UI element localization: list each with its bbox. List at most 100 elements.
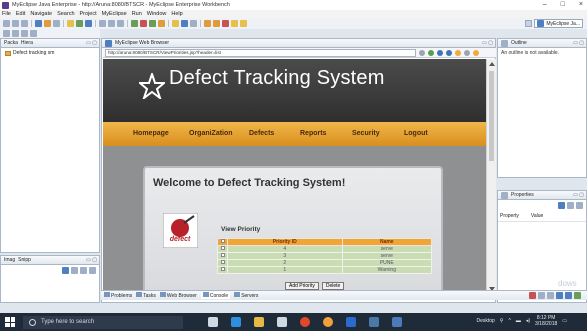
run-config-icon[interactable] [149, 20, 156, 27]
people-icon[interactable]: ⚲ [500, 318, 504, 324]
filter-icon[interactable] [567, 202, 574, 209]
forward-icon[interactable] [446, 49, 452, 56]
tab-servers[interactable]: Servers [234, 292, 258, 299]
scroll-thumb[interactable] [489, 71, 494, 161]
new-icon[interactable] [3, 20, 10, 27]
last-edit-icon[interactable] [21, 30, 28, 37]
debug-icon[interactable] [76, 20, 83, 27]
categories-icon[interactable] [558, 202, 565, 209]
terminate-icon[interactable] [529, 292, 536, 299]
back-icon[interactable] [231, 20, 238, 27]
tab-console[interactable]: Console [200, 292, 231, 299]
search-icon[interactable] [99, 20, 106, 27]
menu-help[interactable]: Help [171, 11, 182, 17]
task-icon[interactable] [117, 20, 124, 27]
nav-back-icon[interactable] [3, 30, 10, 37]
microphone-icon[interactable] [208, 317, 218, 327]
menu-navigate[interactable]: Navigate [30, 11, 52, 17]
annotation-icon[interactable] [204, 20, 211, 27]
notifications-icon[interactable]: ▭ [562, 318, 567, 324]
menu-file[interactable]: File [2, 11, 11, 17]
tab-web-browser-bottom[interactable]: Web Browser [159, 292, 197, 299]
folder-icon[interactable] [172, 20, 179, 27]
row-checkbox[interactable] [220, 253, 225, 257]
fit-icon[interactable] [89, 267, 96, 274]
firefox-icon[interactable] [323, 317, 333, 327]
server-icon[interactable] [35, 20, 42, 27]
stop-icon[interactable] [455, 49, 461, 56]
back-icon[interactable] [437, 49, 443, 56]
run-icon[interactable] [131, 20, 138, 27]
web-icon[interactable] [181, 20, 188, 27]
print-icon[interactable] [21, 20, 28, 27]
store-icon[interactable] [277, 317, 287, 327]
edge-icon[interactable] [231, 317, 241, 327]
close-button[interactable]: × [579, 1, 583, 8]
tab-package-explorer[interactable]: Packa [4, 40, 18, 46]
menu-search[interactable]: Search [57, 11, 74, 17]
refresh-icon[interactable] [190, 20, 197, 27]
volume-icon[interactable]: ◂) [526, 318, 530, 324]
go-icon[interactable] [428, 49, 434, 56]
stop-icon[interactable] [140, 20, 147, 27]
tab-hierarchy[interactable]: Hiera [21, 40, 33, 46]
tray-arrow-icon[interactable]: ^ [508, 318, 510, 324]
menu-window[interactable]: Window [147, 11, 167, 17]
url-input[interactable] [105, 48, 416, 57]
remove-launch-icon[interactable] [538, 292, 545, 299]
maximize-button[interactable]: □ [561, 1, 565, 8]
tab-properties[interactable]: Properties [511, 192, 534, 198]
nav-organization[interactable]: OrganiZation [189, 130, 233, 137]
nav-reports[interactable]: Reports [300, 130, 326, 137]
desktop-label[interactable]: Desktop [476, 318, 494, 324]
pin-console-icon[interactable] [565, 292, 572, 299]
add-priority-button[interactable]: Add Priority [285, 282, 319, 290]
browser-icon[interactable] [53, 20, 60, 27]
panel-controls[interactable]: ▭ ▢ [573, 40, 584, 46]
tab-web-browser[interactable]: MyEclipse Web Browser [115, 40, 169, 46]
row-checkbox[interactable] [220, 246, 225, 250]
bookmark-icon[interactable] [473, 49, 479, 56]
tab-problems[interactable]: Problems [104, 292, 132, 299]
network-icon[interactable]: ▬ [516, 318, 521, 324]
restore-default-icon[interactable] [576, 202, 583, 209]
prev-annotation-icon[interactable] [222, 20, 229, 27]
scroll-up-icon[interactable] [489, 62, 495, 66]
zoom-in-icon[interactable] [71, 267, 78, 274]
minimize-button[interactable]: – [543, 1, 547, 8]
scroll-lock-icon[interactable] [556, 292, 563, 299]
taskbar-search-box[interactable]: Type here to search [23, 315, 183, 329]
chrome-icon[interactable] [300, 317, 310, 327]
refresh-icon[interactable] [464, 49, 470, 56]
menu-myeclipse[interactable]: MyEclipse [102, 11, 127, 17]
windows-start-icon[interactable] [5, 317, 15, 327]
forward-icon[interactable] [240, 20, 247, 27]
panel-controls[interactable]: ▭ ▢ [573, 192, 584, 198]
open-type-icon[interactable] [108, 20, 115, 27]
panel-controls[interactable]: ▭ ▢ [86, 257, 97, 263]
myeclipse-taskbar-icon[interactable] [346, 317, 356, 327]
package-icon[interactable] [67, 20, 74, 27]
open-perspective-icon[interactable] [525, 20, 533, 27]
menu-project[interactable]: Project [80, 11, 97, 17]
panel-controls[interactable]: ▭ ▢ [482, 40, 493, 46]
perspective-myeclipse[interactable]: MyEclipse Ja... [534, 19, 583, 28]
external-tools-icon[interactable] [158, 20, 165, 27]
row-checkbox[interactable] [220, 260, 225, 264]
open-console-icon[interactable] [574, 292, 581, 299]
menu-run[interactable]: Run [132, 11, 142, 17]
image-icon[interactable] [62, 267, 69, 274]
page-vertical-scrollbar[interactable] [486, 59, 496, 294]
tab-outline[interactable]: Outline [511, 40, 527, 46]
vscode-icon[interactable] [392, 317, 402, 327]
nav-security[interactable]: Security [352, 130, 380, 137]
dropdown-icon[interactable] [419, 49, 425, 56]
pin-icon[interactable] [30, 30, 37, 37]
delete-button[interactable]: Delete [321, 282, 345, 290]
file-explorer-icon[interactable] [254, 317, 264, 327]
nav-forward-icon[interactable] [12, 30, 19, 37]
select-all-checkbox[interactable] [220, 239, 225, 243]
zoom-out-icon[interactable] [80, 267, 87, 274]
next-annotation-icon[interactable] [213, 20, 220, 27]
taskbar-clock[interactable]: 8:12 PM 3/18/2018 [535, 315, 557, 327]
